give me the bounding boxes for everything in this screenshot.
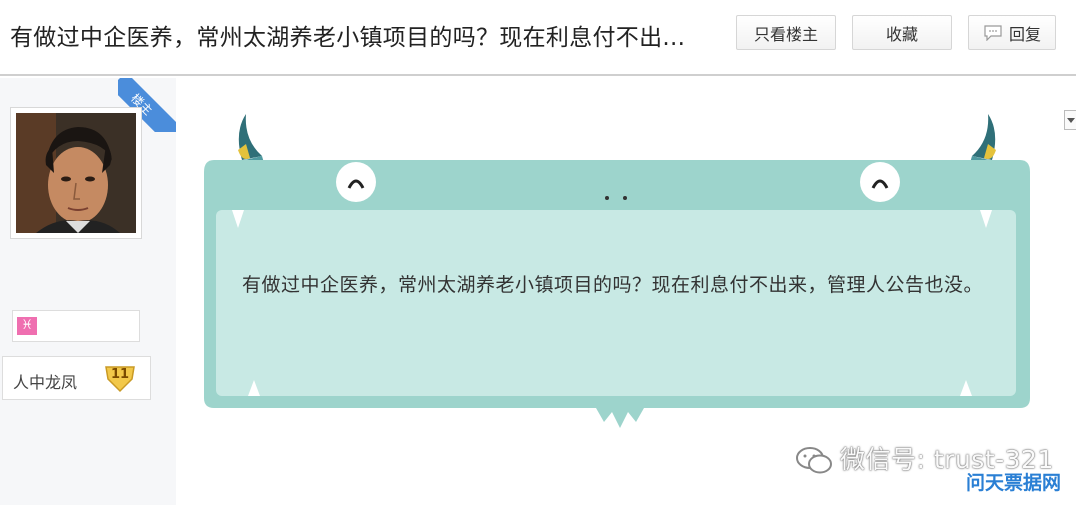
pisces-icon: ♓ <box>17 317 37 335</box>
rank-title: 人中龙凤 <box>13 373 78 392</box>
reply-label: 回复 <box>1008 24 1041 44</box>
site-watermark: 问天票据网 <box>966 472 1062 494</box>
caret-down-icon <box>1067 118 1075 123</box>
wechat-logo-icon <box>796 447 832 474</box>
avatar-image <box>16 113 136 233</box>
avatar-portrait <box>16 113 136 233</box>
favorite-label: 收藏 <box>885 24 918 44</box>
speech-bubble-icon <box>984 24 1002 41</box>
only-op-button[interactable]: 只看楼主 <box>736 15 836 50</box>
thread-header: 有做过中企医养，常州太湖养老小镇项目的吗？现在利息付不出... 只看楼主 收藏 … <box>0 0 1076 76</box>
avatar[interactable] <box>10 107 142 239</box>
post-content: 有做过中企医养，常州太湖养老小镇项目的吗？现在利息付不出来，管理人公告也没。 <box>242 274 984 296</box>
user-rank[interactable]: 人中龙凤 11 <box>2 356 151 400</box>
zodiac-box: ♓ <box>12 310 140 342</box>
post-menu-dropdown[interactable] <box>1064 110 1076 130</box>
reply-button[interactable]: 回复 <box>968 15 1056 50</box>
thread-title: 有做过中企医养，常州太湖养老小镇项目的吗？现在利息付不出... <box>10 25 686 51</box>
only-op-label: 只看楼主 <box>753 24 818 44</box>
favorite-button[interactable]: 收藏 <box>852 15 952 50</box>
rank-level: 11 <box>110 367 130 382</box>
